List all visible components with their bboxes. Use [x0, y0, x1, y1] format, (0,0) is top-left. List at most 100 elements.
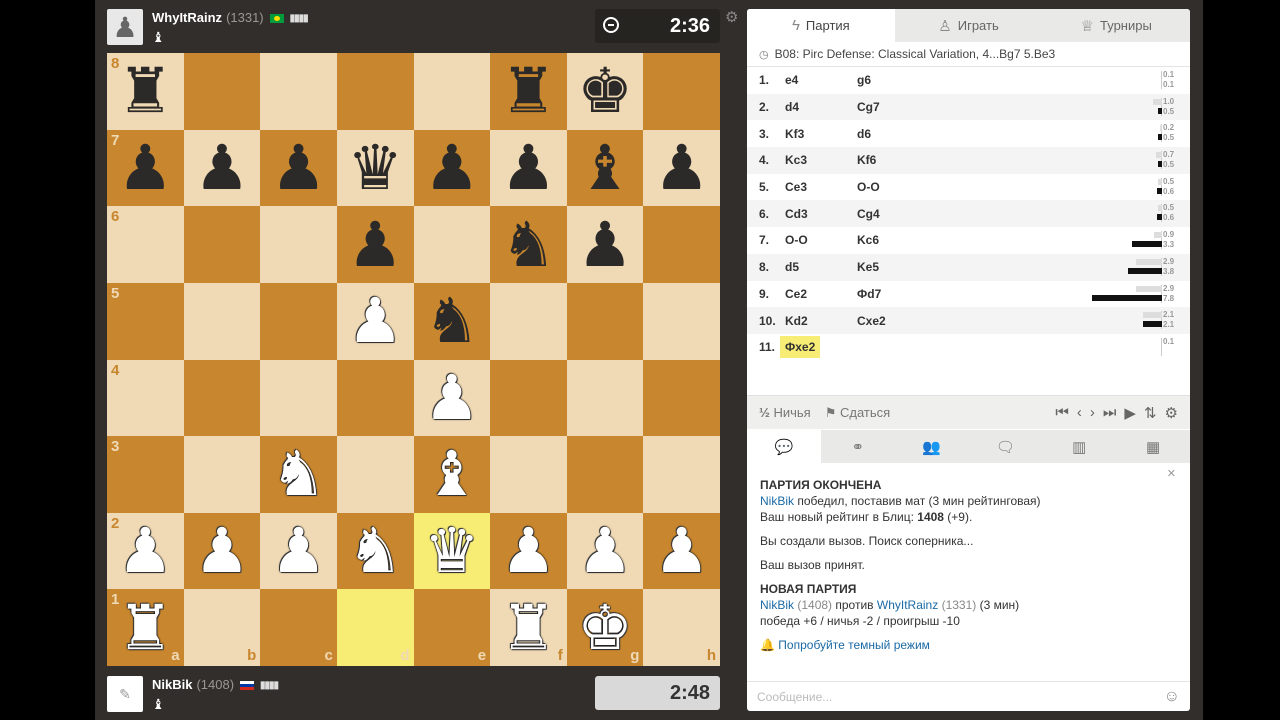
next-move-icon[interactable]: › [1090, 404, 1095, 421]
square-b2[interactable]: ♟ [183, 512, 261, 590]
emoji-icon[interactable]: ☺ [1164, 688, 1180, 706]
square-d5[interactable]: ♟ [336, 282, 414, 360]
black-knight-icon[interactable]: ♞ [501, 213, 557, 276]
square-a7[interactable]: 7 ♟ [107, 129, 184, 207]
flip-board-icon[interactable]: ⇅ [1144, 404, 1157, 422]
white-rook-icon[interactable]: ♜ [501, 596, 557, 659]
square-h7[interactable]: ♟ [643, 129, 720, 207]
player2-link[interactable]: WhyItRainz [877, 598, 938, 612]
winner-link[interactable]: NikBik [760, 494, 794, 508]
dark-mode-link[interactable]: Попробуйте темный режим [778, 638, 930, 652]
square-f8[interactable]: ♜ [490, 53, 567, 130]
black-move[interactable]: O-O [857, 180, 929, 194]
conversation-icon[interactable]: 🗨 [968, 430, 1042, 463]
white-move[interactable]: O-O [785, 233, 857, 247]
square-f4[interactable] [490, 359, 567, 437]
draw-button[interactable]: ½ Ничья [759, 405, 811, 420]
first-move-icon[interactable]: ⏮ [1055, 404, 1069, 421]
avatar[interactable]: ✎ [107, 676, 143, 712]
white-move[interactable]: e4 [785, 73, 857, 87]
white-pawn-icon[interactable]: ♟ [194, 520, 250, 582]
users-icon[interactable]: 👥 [895, 430, 969, 463]
square-e7[interactable]: ♟ [413, 129, 491, 207]
square-h1[interactable]: h [643, 589, 720, 666]
player-username[interactable]: NikBik [152, 677, 192, 692]
square-b4[interactable] [183, 359, 261, 437]
white-bishop-icon[interactable]: ♝ [424, 443, 480, 505]
square-b7[interactable]: ♟ [183, 129, 261, 207]
square-g1[interactable]: g ♚ [566, 589, 644, 666]
square-a8[interactable]: 8 ♜ [107, 53, 184, 130]
square-h5[interactable] [643, 282, 720, 360]
white-knight-icon[interactable]: ♞ [271, 443, 327, 505]
black-move[interactable]: Ke5 [857, 260, 929, 274]
black-pawn-icon[interactable]: ♟ [347, 213, 403, 276]
square-d7[interactable]: ♛ [336, 129, 414, 207]
square-a1[interactable]: 1 a ♜ [107, 589, 184, 666]
black-move[interactable]: d6 [857, 127, 929, 141]
square-a2[interactable]: 2 ♟ [107, 512, 184, 590]
square-a3[interactable]: 3 [107, 436, 184, 513]
white-move[interactable]: Kf3 [785, 127, 857, 141]
white-move[interactable]: Ce3 [785, 180, 857, 194]
black-queen-icon[interactable]: ♛ [347, 136, 403, 199]
square-e3[interactable]: ♝ [413, 436, 491, 513]
player-name[interactable]: NikBik (1408) ▮▮▮▮ [152, 677, 279, 692]
white-knight-icon[interactable]: ♞ [347, 520, 403, 582]
square-c4[interactable] [260, 359, 337, 437]
square-g6[interactable]: ♟ [566, 206, 644, 283]
black-pawn-icon[interactable]: ♟ [577, 213, 633, 276]
player1-link[interactable]: NikBik [760, 598, 794, 612]
white-pawn-icon[interactable]: ♟ [424, 366, 480, 429]
square-b8[interactable] [183, 53, 261, 130]
square-d8[interactable] [336, 53, 414, 130]
square-e1[interactable]: e [413, 589, 491, 666]
chart-icon[interactable]: ▥ [1042, 430, 1116, 463]
square-h8[interactable] [643, 53, 720, 130]
white-pawn-icon[interactable]: ♟ [118, 520, 174, 582]
binoculars-icon[interactable]: ⚭ [821, 430, 895, 463]
white-move[interactable]: d5 [785, 260, 857, 274]
square-a5[interactable]: 5 [107, 282, 184, 360]
square-b6[interactable] [183, 206, 261, 283]
square-d4[interactable] [336, 359, 414, 437]
white-pawn-icon[interactable]: ♟ [271, 520, 327, 582]
black-pawn-icon[interactable]: ♟ [501, 136, 557, 199]
black-rook-icon[interactable]: ♜ [118, 60, 174, 122]
tab-game[interactable]: ϟ Партия [747, 9, 895, 42]
black-pawn-icon[interactable]: ♟ [118, 136, 174, 199]
white-move[interactable]: Cd3 [785, 207, 857, 221]
black-move[interactable]: Cxe2 [857, 314, 929, 328]
black-king-icon[interactable]: ♚ [577, 60, 633, 122]
white-king-icon[interactable]: ♚ [577, 596, 633, 659]
resign-button[interactable]: ⚑ Сдаться [825, 405, 890, 421]
white-move[interactable]: Kd2 [785, 314, 857, 328]
square-f3[interactable] [490, 436, 567, 513]
avatar[interactable]: ♟ [107, 9, 143, 45]
tab-tournaments[interactable]: ♕ Турниры [1042, 9, 1190, 42]
square-f5[interactable] [490, 282, 567, 360]
black-pawn-icon[interactable]: ♟ [194, 136, 250, 199]
square-g4[interactable] [566, 359, 644, 437]
black-pawn-icon[interactable]: ♟ [271, 136, 327, 199]
square-g5[interactable] [566, 282, 644, 360]
player-name[interactable]: WhyItRainz (1331) ▮▮▮▮ [152, 10, 309, 25]
square-e2[interactable]: ♛ [413, 512, 491, 590]
square-c5[interactable] [260, 282, 337, 360]
square-g7[interactable]: ♝ [566, 129, 644, 207]
white-pawn-icon[interactable]: ♟ [347, 290, 403, 352]
board-icon[interactable]: ▦ [1116, 430, 1190, 463]
white-move[interactable]: Фxe2 [780, 336, 821, 359]
black-move[interactable]: g6 [857, 73, 929, 87]
play-icon[interactable]: ▶ [1124, 404, 1136, 422]
square-a4[interactable]: 4 [107, 359, 184, 437]
black-pawn-icon[interactable]: ♟ [424, 136, 480, 199]
white-rook-icon[interactable]: ♜ [118, 596, 174, 659]
settings-gear-icon[interactable]: ⚙ [725, 8, 738, 26]
square-a6[interactable]: 6 [107, 206, 184, 283]
black-move[interactable]: Фd7 [857, 287, 929, 301]
square-d6[interactable]: ♟ [336, 206, 414, 283]
black-move[interactable]: Cg4 [857, 207, 929, 221]
square-c6[interactable] [260, 206, 337, 283]
square-c7[interactable]: ♟ [260, 129, 337, 207]
